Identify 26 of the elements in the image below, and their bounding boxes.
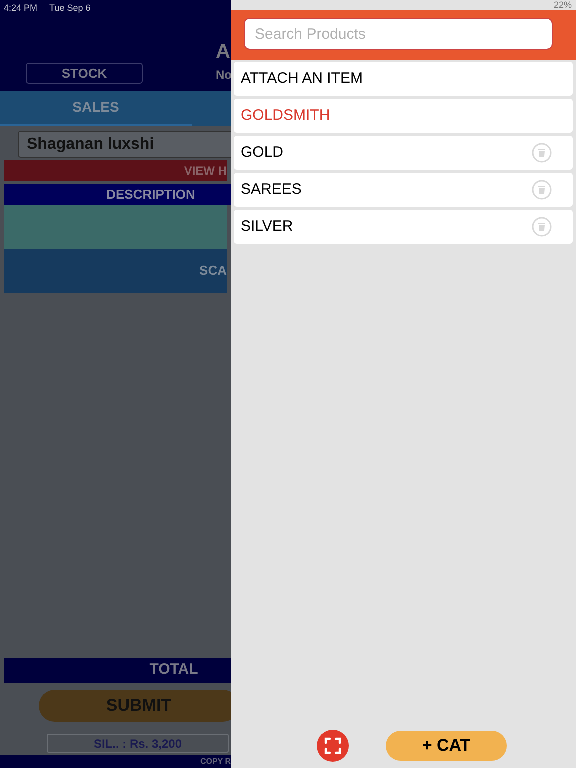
footer-text: COPY R [200,756,231,768]
total-bar: TOTAL [4,658,231,683]
app-title: A [216,40,230,65]
category-label: GOLD [241,142,284,163]
trash-icon[interactable] [532,180,552,200]
category-item[interactable]: GOLDSMITH [234,99,573,133]
status-date: Tue Sep 6 [50,2,91,15]
category-label: SILVER [241,216,294,237]
category-label: ATTACH AN ITEM [241,68,363,89]
description-header: DESCRIPTION [4,184,231,205]
trash-icon[interactable] [532,217,552,237]
battery-level: 22% [554,0,572,10]
status-time: 4:24 PM [4,2,38,15]
category-label: GOLDSMITH [241,106,330,126]
stock-button[interactable]: STOCK [26,63,143,84]
category-item[interactable]: SILVER [234,210,573,244]
search-field[interactable]: Search Products [244,18,553,50]
trash-icon[interactable] [532,143,552,163]
history-bar[interactable]: VIEW H [4,160,227,181]
category-item[interactable]: GOLD [234,136,573,170]
category-label: SAREES [241,180,302,200]
category-item[interactable]: ATTACH AN ITEM [234,62,573,96]
customer-field[interactable]: Shaganan luxshi [18,131,231,158]
add-category-button[interactable]: + CAT [386,731,507,761]
category-item[interactable]: SAREES [234,173,573,207]
scan-bar[interactable]: SCA [4,249,227,293]
